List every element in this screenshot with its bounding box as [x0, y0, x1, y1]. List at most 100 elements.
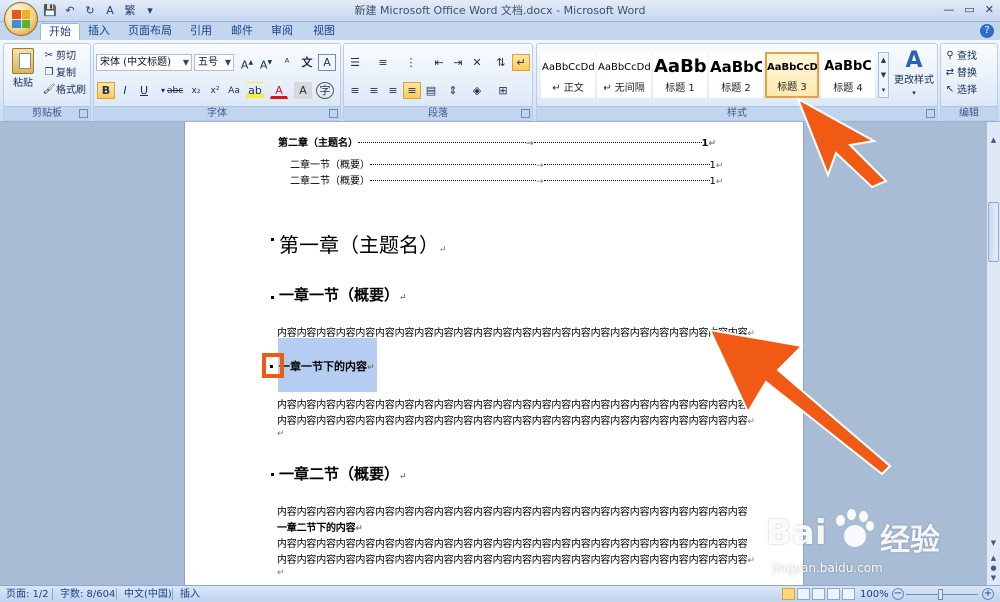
bold-icon[interactable]: B: [97, 82, 115, 99]
word-count[interactable]: 字数: 8/604: [60, 588, 115, 601]
sub-heading[interactable]: 一章二节下的内容↵: [277, 519, 363, 534]
enclose-characters-icon[interactable]: 字: [316, 82, 334, 99]
tab-view[interactable]: 视图: [305, 23, 343, 40]
copy-button[interactable]: ❐ 复制: [42, 66, 76, 80]
outline-view-icon[interactable]: [827, 588, 840, 600]
close-button[interactable]: ✕: [985, 3, 994, 16]
phonetic-guide-icon[interactable]: 文: [298, 54, 316, 71]
style-heading-4[interactable]: AaBbC 标题 4: [821, 52, 875, 98]
clear-format-icon[interactable]: ᴬ: [278, 54, 296, 71]
font-color-icon[interactable]: A: [270, 82, 288, 99]
language-indicator[interactable]: 中文(中国): [124, 588, 172, 601]
increase-indent-icon[interactable]: ⇥: [449, 54, 467, 71]
change-styles-button[interactable]: A 更改样式 ▾: [892, 48, 936, 100]
style-no-spacing[interactable]: AaBbCcDd ↵ 无间隔: [597, 52, 651, 98]
change-case-icon[interactable]: Aa: [225, 82, 243, 99]
select-button[interactable]: ↖ 选择: [943, 83, 977, 97]
section-heading[interactable]: 一章二节（概要）↵: [279, 463, 407, 484]
toc-entry[interactable]: 二章二节（概要） → 1↵: [290, 172, 723, 187]
draft-view-icon[interactable]: [842, 588, 855, 600]
styles-launcher[interactable]: [926, 109, 935, 118]
body-paragraph[interactable]: 内容内容内容内容内容内容内容内容内容内容内容内容内容内容内容内容内容内容内容内容…: [277, 503, 748, 518]
underline-icon[interactable]: U: [135, 82, 153, 99]
web-layout-view-icon[interactable]: [812, 588, 825, 600]
numbering-icon[interactable]: ≡: [374, 54, 392, 71]
empty-paragraph[interactable]: ↵: [277, 567, 285, 578]
body-paragraph[interactable]: 内容内容内容内容内容内容内容内容内容内容内容内容内容内容内容内容内容内容内容内容…: [277, 551, 755, 566]
shading-icon[interactable]: ◈: [468, 82, 486, 99]
style-name: 标题 2: [721, 83, 751, 94]
tab-mailings[interactable]: 邮件: [223, 23, 261, 40]
office-button[interactable]: [4, 2, 38, 36]
scroll-up-icon[interactable]: ▲: [988, 134, 999, 146]
chapter-heading[interactable]: 第一章（主题名）↵: [279, 229, 447, 258]
distributed-icon[interactable]: ▤: [422, 82, 440, 99]
body-paragraph[interactable]: 内容内容内容内容内容内容内容内容内容内容内容内容内容内容内容内容内容内容内容内容…: [277, 396, 748, 411]
format-painter-button[interactable]: 🖌格式刷: [42, 83, 86, 97]
zoom-in-icon[interactable]: +: [982, 588, 994, 600]
decrease-indent-icon[interactable]: ⇤: [430, 54, 448, 71]
cut-button[interactable]: ✂ 剪切: [42, 49, 76, 63]
bullets-icon[interactable]: ☰: [346, 54, 364, 71]
align-center-icon[interactable]: ≡: [365, 82, 383, 99]
character-shading-icon[interactable]: A: [294, 82, 312, 99]
vertical-scrollbar[interactable]: ▲ ▼ ▲ ● ▼: [986, 122, 1000, 585]
style-normal[interactable]: AaBbCcDd ↵ 正文: [541, 52, 595, 98]
body-paragraph[interactable]: 内容内容内容内容内容内容内容内容内容内容内容内容内容内容内容内容内容内容内容内容…: [277, 324, 755, 339]
next-page-icon[interactable]: ▼: [988, 572, 999, 584]
tab-insert[interactable]: 插入: [80, 23, 118, 40]
body-paragraph[interactable]: 内容内容内容内容内容内容内容内容内容内容内容内容内容内容内容内容内容内容内容内容…: [277, 412, 755, 427]
font-name-combo[interactable]: 宋体 (中文标题) ▼: [96, 54, 192, 71]
italic-icon[interactable]: I: [116, 82, 134, 99]
maximize-button[interactable]: ▭: [964, 3, 974, 16]
chinese-layout-icon[interactable]: ✕: [468, 54, 486, 71]
style-heading-1[interactable]: AaBb 标题 1: [653, 52, 707, 98]
insert-mode[interactable]: 插入: [180, 588, 200, 601]
tab-page-layout[interactable]: 页面布局: [120, 23, 180, 40]
print-layout-view-icon[interactable]: [782, 588, 795, 600]
font-size-combo[interactable]: 五号 ▼: [194, 54, 234, 71]
clipboard-launcher[interactable]: [79, 109, 88, 118]
justify-icon[interactable]: ≡: [403, 82, 421, 99]
show-marks-icon[interactable]: ↵: [512, 54, 530, 71]
character-border-icon[interactable]: A: [318, 54, 336, 71]
tab-home[interactable]: 开始: [40, 23, 80, 40]
help-icon[interactable]: ?: [980, 24, 994, 38]
zoom-out-icon[interactable]: −: [892, 588, 904, 600]
shrink-font-icon[interactable]: A▼: [257, 54, 275, 72]
sub-heading-selected[interactable]: 一章一节下的内容↵: [279, 358, 375, 374]
find-button[interactable]: ⚲ 查找: [943, 49, 977, 63]
page-count[interactable]: 页面: 1/2: [6, 588, 49, 601]
style-heading-3[interactable]: AaBbCcDd 标题 3: [765, 52, 819, 98]
paragraph-launcher[interactable]: [521, 109, 530, 118]
tab-review[interactable]: 审阅: [263, 23, 301, 40]
highlight-icon[interactable]: ab: [246, 82, 264, 99]
section-heading[interactable]: 一章一节（概要）↵: [279, 284, 407, 305]
empty-paragraph[interactable]: ↵: [277, 428, 285, 439]
scroll-down-icon[interactable]: ▼: [988, 537, 999, 549]
multilevel-list-icon[interactable]: ⋮: [402, 54, 420, 71]
sort-icon[interactable]: ⇅: [492, 54, 510, 71]
tab-references[interactable]: 引用: [182, 23, 220, 40]
zoom-slider-thumb[interactable]: [938, 589, 943, 600]
styles-scroll[interactable]: ▲ ▼ ▾: [878, 52, 889, 98]
superscript-icon[interactable]: x²: [206, 82, 224, 99]
replace-button[interactable]: ⇄ 替换: [943, 66, 977, 80]
font-launcher[interactable]: [329, 109, 338, 118]
strikethrough-icon[interactable]: abc: [166, 82, 184, 99]
borders-icon[interactable]: ⊞: [494, 82, 512, 99]
toc-entry[interactable]: 二章一节（概要） → 1↵: [290, 156, 723, 171]
body-paragraph[interactable]: 内容内容内容内容内容内容内容内容内容内容内容内容内容内容内容内容内容内容内容内容…: [277, 535, 748, 550]
line-spacing-icon[interactable]: ⇕: [444, 82, 462, 99]
align-right-icon[interactable]: ≡: [384, 82, 402, 99]
align-left-icon[interactable]: ≡: [346, 82, 364, 99]
subscript-icon[interactable]: x₂: [187, 82, 205, 99]
grow-font-icon[interactable]: A▲: [238, 54, 256, 72]
paste-button[interactable]: 粘贴: [8, 48, 38, 98]
style-heading-2[interactable]: AaBbC 标题 2: [709, 52, 763, 98]
zoom-level[interactable]: 100%: [860, 588, 889, 601]
full-screen-view-icon[interactable]: [797, 588, 810, 600]
toc-entry[interactable]: 第二章（主题名） → 1↵: [278, 134, 716, 149]
scrollbar-thumb[interactable]: [988, 202, 999, 262]
minimize-button[interactable]: —: [943, 3, 954, 16]
